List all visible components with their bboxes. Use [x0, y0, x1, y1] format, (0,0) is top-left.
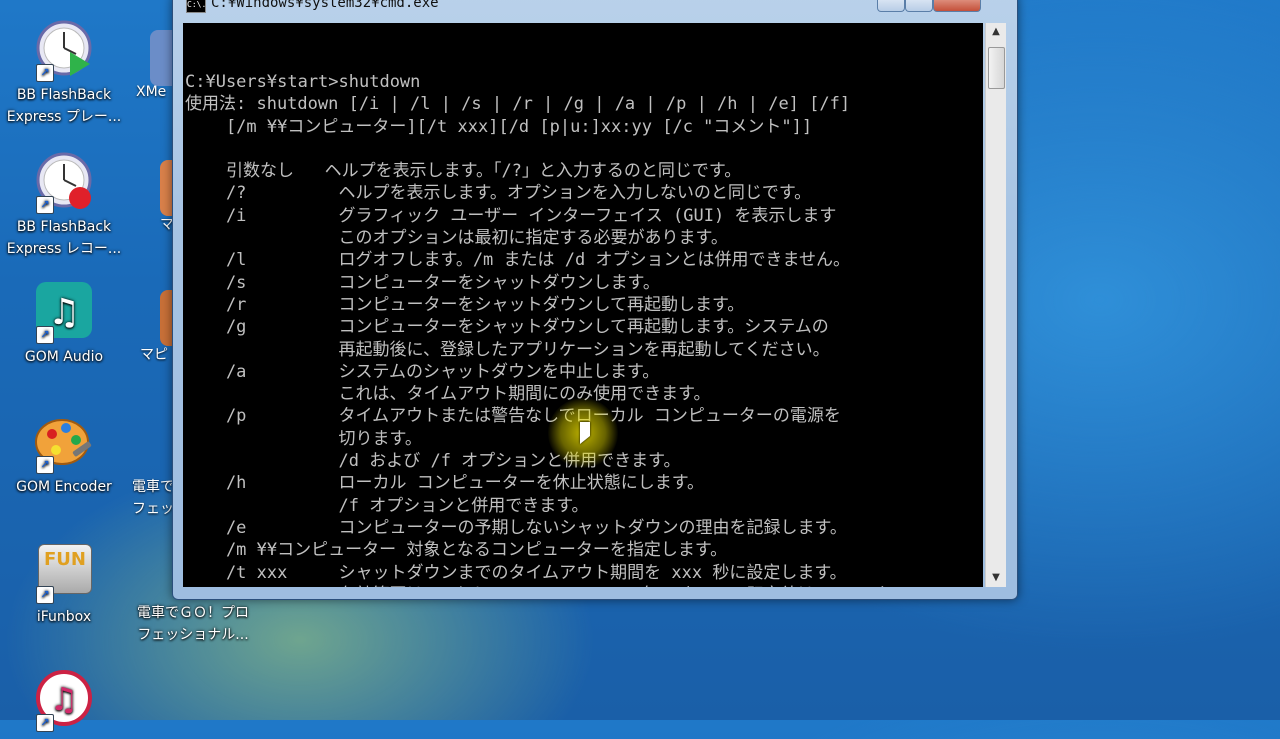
desktop-icon-gom-audio[interactable]: ♫ ↗ GOM Audio	[0, 280, 128, 368]
icon-label: BB FlashBack Express プレー...	[6, 87, 122, 125]
desktop-icon-bb-flashback-player[interactable]: ↗ BB FlashBack Express プレー...	[0, 18, 128, 128]
console-line: C:¥Users¥start>shutdown	[185, 72, 421, 92]
console-line: このオプションは最初に指定する必要があります。	[185, 228, 728, 249]
shortcut-arrow-icon: ↗	[36, 456, 54, 474]
partial-label-fe: フェッ	[132, 501, 174, 517]
desktop-icon-itunes[interactable]: ♫ ↗	[0, 668, 128, 734]
partial-label-xme: XMe	[136, 84, 167, 100]
console-line: 使用法: shutdown [/i | /l | /s | /r | /g | …	[185, 94, 851, 115]
itunes-icon: ♫ ↗	[32, 668, 96, 732]
scroll-thumb[interactable]	[988, 47, 1005, 89]
scroll-up-icon[interactable]: ▲	[986, 23, 1006, 41]
console-line: これは、タイムアウト期間にのみ使用できます。	[185, 384, 711, 405]
mouse-pointer-icon	[580, 422, 590, 444]
svg-text:♫: ♫	[50, 680, 79, 718]
shortcut-arrow-icon: ↗	[36, 326, 54, 344]
flashback-player-icon: ↗	[32, 18, 96, 82]
partial-label-mapi: マピ	[140, 347, 168, 363]
minimize-button[interactable]	[877, 0, 905, 12]
console-line: /l ログオフします。/m または /d オプションとは併用できません。	[185, 250, 850, 271]
icon-label: BB FlashBack Express レコー...	[6, 219, 122, 257]
scroll-down-icon[interactable]: ▼	[986, 569, 1006, 587]
icon-label: GOM Encoder	[16, 479, 112, 495]
console-line: /g コンピューターをシャットダウンして再起動します。システムの	[185, 317, 829, 338]
partial-label-densha: 電車で	[132, 479, 174, 495]
shortcut-arrow-icon: ↗	[36, 196, 54, 214]
console-line: 切ります。	[185, 428, 422, 449]
cmd-window[interactable]: C:\. C:¥Windows¥system32¥cmd.exe C:¥User…	[172, 0, 1018, 600]
console-output[interactable]: C:¥Users¥start>shutdown 使用法: shutdown [/i…	[183, 23, 983, 587]
gom-audio-icon: ♫ ↗	[32, 280, 96, 344]
console-line: /t xxx シャットダウンまでのタイムアウト期間を xxx 秒に設定します。	[185, 562, 847, 583]
shortcut-arrow-icon: ↗	[36, 714, 54, 732]
icon-label: 電車でＧＯ！プロ フェッショナル...	[137, 605, 249, 643]
console-line: /f オプションと併用できます。	[185, 495, 589, 516]
title-bar[interactable]: C:\. C:¥Windows¥system32¥cmd.exe	[173, 0, 1017, 17]
desktop-icon-gom-encoder[interactable]: ↗ GOM Encoder	[0, 410, 128, 498]
icon-label: iFunbox	[36, 609, 92, 625]
console-line: /? ヘルプを表示します。オプションを入力しないのと同じです。	[185, 183, 812, 204]
desktop-icon-densha-de-go[interactable]: 電車でＧＯ！プロ フェッショナル...	[128, 602, 258, 646]
maximize-button[interactable]	[905, 0, 933, 12]
icon-label: GOM Audio	[24, 349, 104, 365]
shortcut-arrow-icon: ↗	[36, 64, 54, 82]
console-line: /a システムのシャットダウンを中止します。	[185, 361, 660, 382]
console-line: /p タイムアウトまたは警告なしでローカル コンピューターの電源を	[185, 406, 841, 427]
console-line: 引数なし ヘルプを表示します。「/?」と入力するのと同じです。	[185, 161, 742, 182]
desktop-icon-ifunbox[interactable]: FUN ↗ iFunbox	[0, 540, 128, 628]
shortcut-arrow-icon: ↗	[36, 586, 54, 604]
vertical-scrollbar[interactable]: ▲ ▼	[985, 23, 1006, 587]
console-line: /i グラフィック ユーザー インターフェイス (GUI) を表示します	[185, 205, 837, 226]
console-line: /h ローカル コンピューターを休止状態にします。	[185, 473, 705, 494]
close-button[interactable]	[933, 0, 981, 12]
ifunbox-icon: FUN ↗	[32, 540, 96, 604]
ifunbox-badge: FUN	[44, 549, 86, 570]
console-line: /e コンピューターの予期しないシャットダウンの理由を記録します。	[185, 517, 847, 538]
console-line: /d および /f オプションと併用できます。	[185, 451, 681, 472]
flashback-recorder-icon: ↗	[32, 150, 96, 214]
console-line: /m ¥¥コンピューター 対象となるコンピューターを指定します。	[185, 540, 728, 561]
gom-encoder-icon: ↗	[32, 410, 96, 474]
console-line: 再起動後に、登録したアプリケーションを再起動してください。	[185, 339, 830, 360]
console-line: 有効範囲は 0 から 315360000 (10 年) までで、既定値は 30 …	[185, 584, 905, 587]
console-line: /r コンピューターをシャットダウンして再起動します。	[185, 294, 745, 315]
cmd-icon: C:\.	[186, 0, 206, 13]
console-line: [/m ¥¥コンピューター][/t xxx][/d [p|u:]xx:yy [/…	[185, 116, 813, 137]
window-title: C:¥Windows¥system32¥cmd.exe	[211, 0, 439, 11]
desktop-icon-bb-flashback-recorder[interactable]: ↗ BB FlashBack Express レコー...	[0, 150, 128, 260]
console-line: /s コンピューターをシャットダウンします。	[185, 272, 660, 293]
console-text: C:¥Users¥start>shutdown 使用法: shutdown [/i…	[185, 71, 905, 587]
